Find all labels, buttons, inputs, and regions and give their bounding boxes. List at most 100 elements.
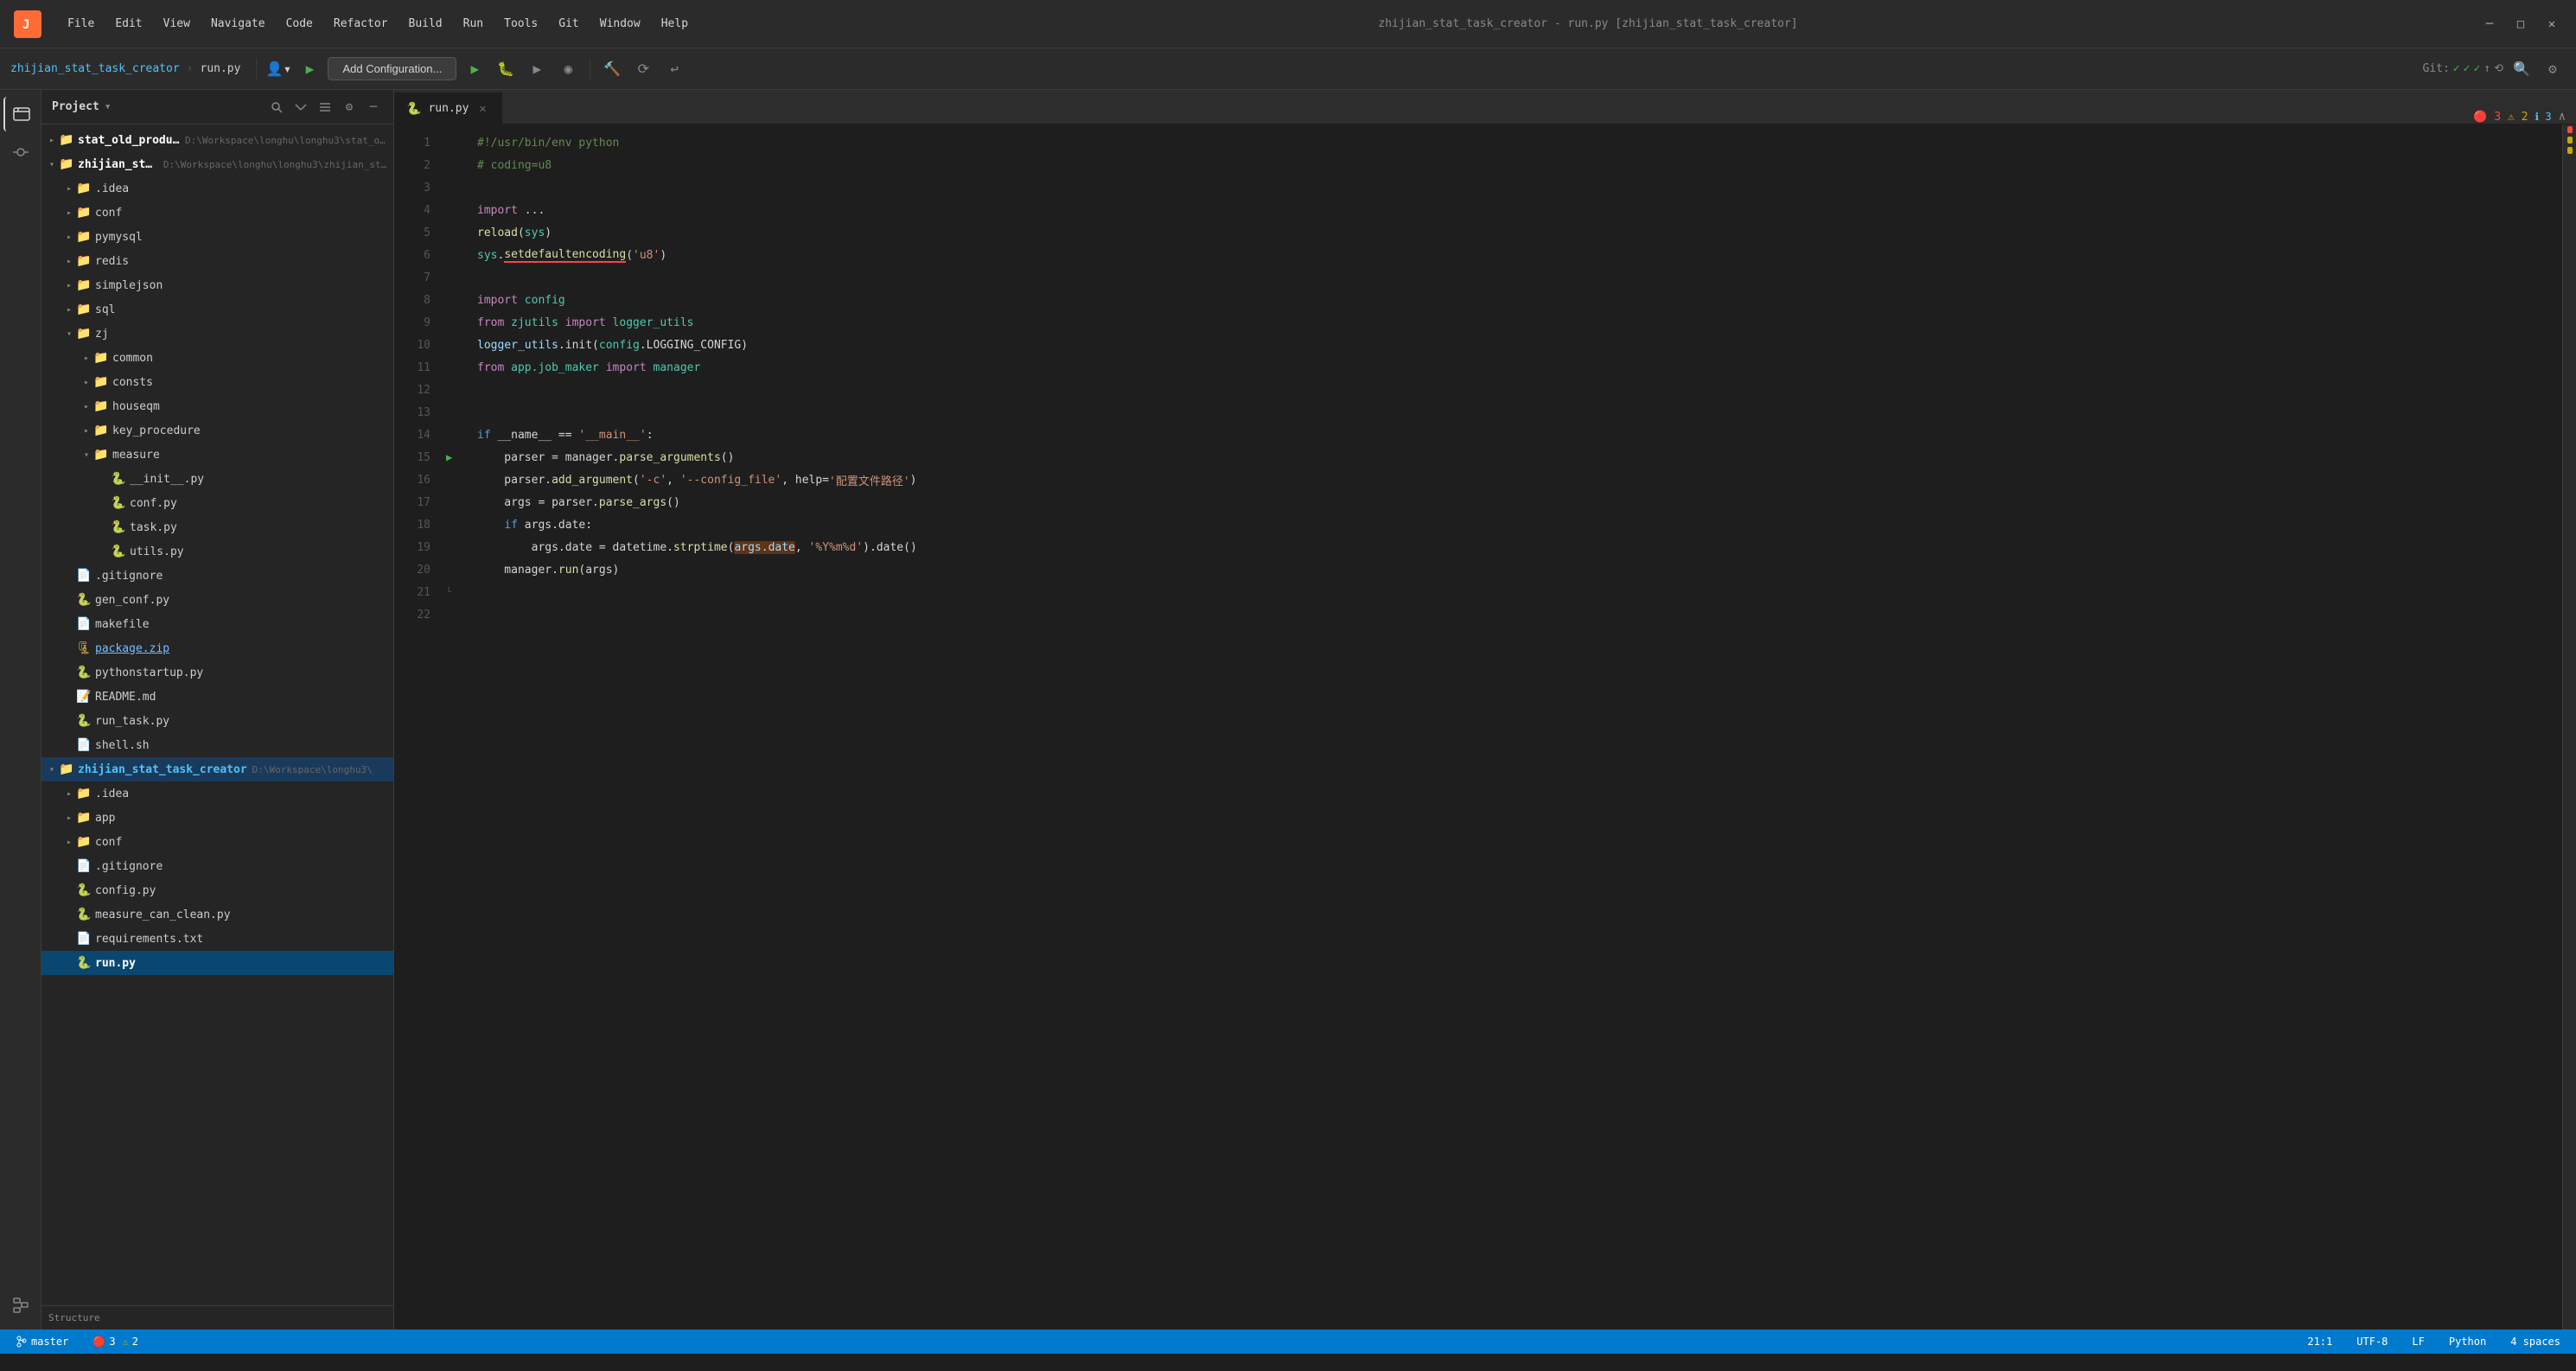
activity-commit[interactable] (3, 135, 38, 169)
file-icon-utils-py: 🐍 (111, 544, 126, 559)
tree-item-conf[interactable]: 📁 conf (41, 201, 393, 225)
tree-item-makefile[interactable]: 📄 makefile (41, 612, 393, 636)
folder-icon-conf: 📁 (76, 205, 92, 220)
gutter-15[interactable]: ▶ (446, 446, 463, 469)
menu-file[interactable]: File (59, 14, 103, 34)
tree-item-shell[interactable]: 📄 shell.sh (41, 733, 393, 757)
minimize-button[interactable]: ─ (2479, 14, 2500, 35)
token-15-2: parse_arguments (619, 451, 720, 464)
close-button[interactable]: ✕ (2541, 14, 2562, 35)
tree-item-creator-root[interactable]: 📁 zhijian_stat_task_creator D:\Workspace… (41, 757, 393, 781)
tab-run-py[interactable]: 🐍 run.py ✕ (394, 92, 502, 124)
project-dropdown-icon[interactable]: ▾ (105, 100, 112, 113)
collapse-all-icon[interactable] (291, 98, 310, 117)
tree-item-key-procedure[interactable]: 📁 key_procedure (41, 418, 393, 443)
vcs-button[interactable]: ▶ (296, 56, 322, 82)
token-14-1: if (477, 429, 491, 442)
debug-button[interactable]: 🐛 (493, 56, 519, 82)
status-file-type[interactable]: Python (2444, 1330, 2491, 1354)
status-git-branch[interactable]: master (10, 1330, 73, 1354)
menu-edit[interactable]: Edit (106, 14, 150, 34)
undo-button[interactable]: ↩ (661, 56, 687, 82)
add-configuration-button[interactable]: Add Configuration... (328, 57, 456, 80)
tree-item-run-py[interactable]: 🐍 run.py (41, 951, 393, 975)
tree-item-task-py[interactable]: 🐍 task.py (41, 515, 393, 539)
menu-build[interactable]: Build (400, 14, 451, 34)
tree-item-gitignore[interactable]: 📄 .gitignore (41, 564, 393, 588)
code-content[interactable]: #!/usr/bin/env python # coding=u8 import… (463, 124, 2562, 1330)
menu-view[interactable]: View (155, 14, 199, 34)
menu-run[interactable]: Run (455, 14, 492, 34)
code-line-9: from zjutils import logger_utils (463, 311, 2562, 334)
gutter-21[interactable]: └ (446, 581, 463, 603)
tree-item-conf2[interactable]: 📁 conf (41, 830, 393, 854)
tree-item-readme[interactable]: 📝 README.md (41, 685, 393, 709)
menu-tools[interactable]: Tools (495, 14, 546, 34)
indent-label: 4 spaces (2510, 1336, 2560, 1348)
tree-item-pymysql[interactable]: 📁 pymysql (41, 225, 393, 249)
tree-item-gitignore2[interactable]: 📄 .gitignore (41, 854, 393, 878)
tree-item-utils-py[interactable]: 🐍 utils.py (41, 539, 393, 564)
tree-item-zj[interactable]: 📁 zj (41, 322, 393, 346)
tree-item-init-py[interactable]: 🐍 __init__.py (41, 467, 393, 491)
fold-marker-icon[interactable]: └ (446, 588, 451, 597)
tree-item-idea[interactable]: 📁 .idea (41, 176, 393, 201)
tree-item-config-py[interactable]: 🐍 config.py (41, 878, 393, 902)
menu-refactor[interactable]: Refactor (325, 14, 397, 34)
gear-icon[interactable]: ⚙ (340, 98, 359, 117)
sidebar-content[interactable]: 📁 stat_old_product D:\Workspace\longhu\l… (41, 124, 393, 1305)
menu-navigate[interactable]: Navigate (202, 14, 274, 34)
tree-item-requirements[interactable]: 📄 requirements.txt (41, 927, 393, 951)
status-line-sep[interactable]: LF (2407, 1330, 2429, 1354)
activity-structure[interactable] (3, 1288, 38, 1323)
tree-item-package-zip[interactable]: 🗜 package.zip (41, 636, 393, 660)
menu-git[interactable]: Git (550, 14, 587, 34)
tree-item-gen-conf[interactable]: 🐍 gen_conf.py (41, 588, 393, 612)
path-stat-old: D:\Workspace\longhu\longhu3\stat_ol... (185, 135, 390, 146)
arrow-zj (62, 327, 76, 341)
profile-button[interactable]: ◉ (555, 56, 581, 82)
status-indent[interactable]: 4 spaces (2505, 1330, 2566, 1354)
tree-item-app[interactable]: 📁 app (41, 806, 393, 830)
menu-help[interactable]: Help (653, 14, 697, 34)
tree-item-conf-py[interactable]: 🐍 conf.py (41, 491, 393, 515)
tree-item-houseqm[interactable]: 📁 houseqm (41, 394, 393, 418)
maximize-button[interactable]: □ (2510, 14, 2531, 35)
tree-item-run-task[interactable]: 🐍 run_task.py (41, 709, 393, 733)
menu-code[interactable]: Code (277, 14, 322, 34)
minimize-sidebar-icon[interactable]: ─ (364, 98, 383, 117)
status-line-col[interactable]: 21:1 (2302, 1330, 2337, 1354)
tree-item-redis[interactable]: 📁 redis (41, 249, 393, 273)
gutter-17 (446, 491, 463, 513)
tree-item-measure-can-clean[interactable]: 🐍 measure_can_clean.py (41, 902, 393, 927)
tree-item-common[interactable]: 📁 common (41, 346, 393, 370)
search-everywhere-button[interactable]: 🔍 (2509, 56, 2535, 82)
git-status: Git: ✓ ✓ ✓ ↑ ⟲ (2422, 62, 2503, 75)
expand-all-icon[interactable] (316, 98, 335, 117)
tree-item-simplejson[interactable]: 📁 simplejson (41, 273, 393, 297)
menu-window[interactable]: Window (591, 14, 649, 34)
tree-item-idea2[interactable]: 📁 .idea (41, 781, 393, 806)
rebuild-button[interactable]: ⟳ (630, 56, 656, 82)
arrow-idea (62, 182, 76, 195)
tree-item-sql[interactable]: 📁 sql (41, 297, 393, 322)
tab-close-run-py[interactable]: ✕ (475, 102, 489, 116)
run-button[interactable]: ▶ (462, 56, 488, 82)
activity-project[interactable] (3, 97, 38, 131)
tree-item-consts[interactable]: 📁 consts (41, 370, 393, 394)
build-button[interactable]: 🔨 (599, 56, 625, 82)
code-line-12 (463, 379, 2562, 401)
tree-item-zhijian-stat[interactable]: 📁 zhijian_stat D:\Workspace\longhu\longh… (41, 152, 393, 176)
tree-item-measure[interactable]: 📁 measure (41, 443, 393, 467)
account-button[interactable]: 👤▾ (265, 56, 291, 82)
run-marker-icon[interactable]: ▶ (446, 451, 452, 463)
locate-file-icon[interactable] (267, 98, 286, 117)
chevron-up-icon[interactable]: ∧ (2559, 110, 2566, 124)
settings-button[interactable]: ⚙ (2540, 56, 2566, 82)
tree-item-pythonstartup[interactable]: 🐍 pythonstartup.py (41, 660, 393, 685)
tree-item-stat-old-product[interactable]: 📁 stat_old_product D:\Workspace\longhu\l… (41, 128, 393, 152)
status-errors[interactable]: 🔴 3 ⚠ 2 (87, 1330, 143, 1354)
status-encoding[interactable]: UTF-8 (2351, 1330, 2393, 1354)
run-with-coverage-button[interactable]: ▶ (524, 56, 550, 82)
structure-label[interactable]: Structure (48, 1312, 100, 1323)
